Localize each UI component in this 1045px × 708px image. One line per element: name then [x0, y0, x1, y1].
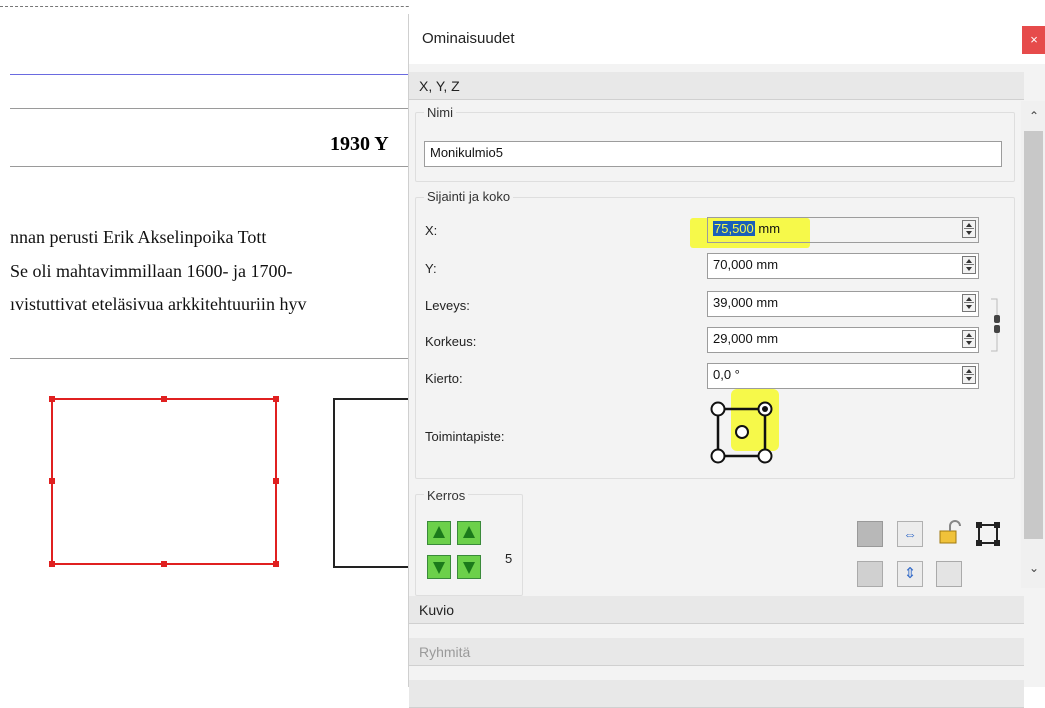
vertical-scrollbar[interactable]: ⌃ ⌄	[1021, 101, 1045, 588]
width-label: Leveys:	[425, 298, 470, 313]
scroll-up-icon[interactable]: ⌃	[1029, 109, 1039, 123]
link-chain-icon[interactable]	[989, 293, 1013, 357]
xyz-section-content: Nimi Monikulmio5 Sijainti ja koko X: 75,…	[409, 101, 1021, 601]
width-spinner[interactable]	[962, 294, 976, 312]
layer-group	[415, 494, 523, 596]
resize-handle[interactable]	[49, 561, 55, 567]
rotation-value: 0,0 °	[713, 367, 740, 382]
layer-down-button[interactable]	[427, 555, 451, 579]
width-input[interactable]: 39,000 mm	[707, 291, 979, 317]
unlock-icon[interactable]	[936, 519, 962, 545]
layer-top-button[interactable]	[457, 521, 481, 545]
flip-vertical-icon[interactable]: ⇕	[897, 561, 923, 587]
guide-line	[10, 74, 410, 75]
selected-polygon-shape[interactable]	[49, 396, 279, 567]
paragraph-line: nnan perusti Erik Akselinpoika Tott	[10, 227, 267, 247]
x-unit: mm	[754, 221, 781, 236]
layer-up-button[interactable]	[427, 521, 451, 545]
rotation-spinner[interactable]	[962, 366, 976, 384]
y-value: 70,000 mm	[713, 257, 779, 272]
basepoint-bottom-right[interactable]	[757, 448, 773, 464]
scrollbar-thumb[interactable]	[1024, 131, 1043, 539]
position-size-group-label: Sijainti ja koko	[424, 189, 514, 204]
name-group-label: Nimi	[424, 105, 456, 120]
protect-icon[interactable]	[857, 521, 883, 547]
resize-handle[interactable]	[273, 478, 279, 484]
layer-group-label: Kerros	[424, 488, 469, 503]
paragraph-line: ıvistuttivat eteläsivua arkkitehtuuriin …	[10, 294, 307, 314]
page-border	[0, 6, 410, 7]
print-protect-icon[interactable]	[857, 561, 883, 587]
panel-title: Ominaisuudet	[422, 30, 515, 47]
basepoint-center[interactable]	[735, 425, 749, 439]
y-input[interactable]: 70,000 mm	[707, 253, 979, 279]
resize-handle[interactable]	[161, 561, 167, 567]
name-input[interactable]: Monikulmio5	[424, 141, 1002, 167]
resize-handle[interactable]	[49, 478, 55, 484]
layer-value: 5	[505, 551, 513, 566]
flip-horizontal-icon[interactable]: ⇔	[897, 521, 923, 547]
section-collapsed[interactable]	[409, 680, 1024, 708]
height-spinner[interactable]	[962, 330, 976, 348]
layer-bottom-button[interactable]	[457, 555, 481, 579]
divider	[10, 108, 410, 109]
rotation-input[interactable]: 0,0 °	[707, 363, 979, 389]
section-xyz[interactable]: X, Y, Z	[409, 72, 1024, 100]
height-value: 29,000 mm	[713, 331, 779, 346]
height-label: Korkeus:	[425, 334, 477, 349]
resize-handle[interactable]	[161, 396, 167, 402]
paragraph-line: Se oli mahtavimmillaan 1600- ja 1700-	[10, 261, 293, 281]
resize-handle[interactable]	[273, 561, 279, 567]
section-kuvio[interactable]: Kuvio	[409, 596, 1024, 624]
document-heading: 1930 Y	[330, 133, 389, 155]
rotation-label: Kierto:	[425, 371, 463, 386]
basepoint-label: Toimintapiste:	[425, 429, 505, 444]
basepoint-top-left[interactable]	[710, 401, 726, 417]
divider	[10, 358, 410, 359]
basepoint-bottom-left[interactable]	[710, 448, 726, 464]
x-value-selected: 75,500	[713, 221, 755, 236]
close-button[interactable]: ×	[1022, 26, 1045, 54]
x-spinner[interactable]	[962, 220, 976, 238]
resize-handle[interactable]	[273, 396, 279, 402]
x-label: X:	[425, 223, 438, 238]
x-input[interactable]: 75,500 mm	[707, 217, 979, 243]
y-spinner[interactable]	[962, 256, 976, 274]
panel-header: Ominaisuudet ×	[409, 14, 1045, 64]
basepoint-selector[interactable]	[709, 401, 779, 466]
divider	[10, 166, 410, 167]
properties-panel: Ominaisuudet × X, Y, Z Nimi Monikulmio5 …	[408, 14, 1045, 708]
document-canvas[interactable]: 1930 Y nnan perusti Erik Akselinpoika To…	[0, 0, 410, 687]
section-ryhmita[interactable]: Ryhmitä	[409, 638, 1024, 666]
basepoint-selected-dot	[762, 406, 768, 412]
rectangle-shape[interactable]	[333, 398, 410, 568]
y-label: Y:	[425, 261, 437, 276]
width-value: 39,000 mm	[713, 295, 779, 310]
resize-handle[interactable]	[49, 396, 55, 402]
scroll-down-icon[interactable]: ⌄	[1029, 561, 1039, 575]
print-icon[interactable]	[936, 561, 962, 587]
height-input[interactable]: 29,000 mm	[707, 327, 979, 353]
bounding-box-icon[interactable]	[975, 521, 1001, 547]
